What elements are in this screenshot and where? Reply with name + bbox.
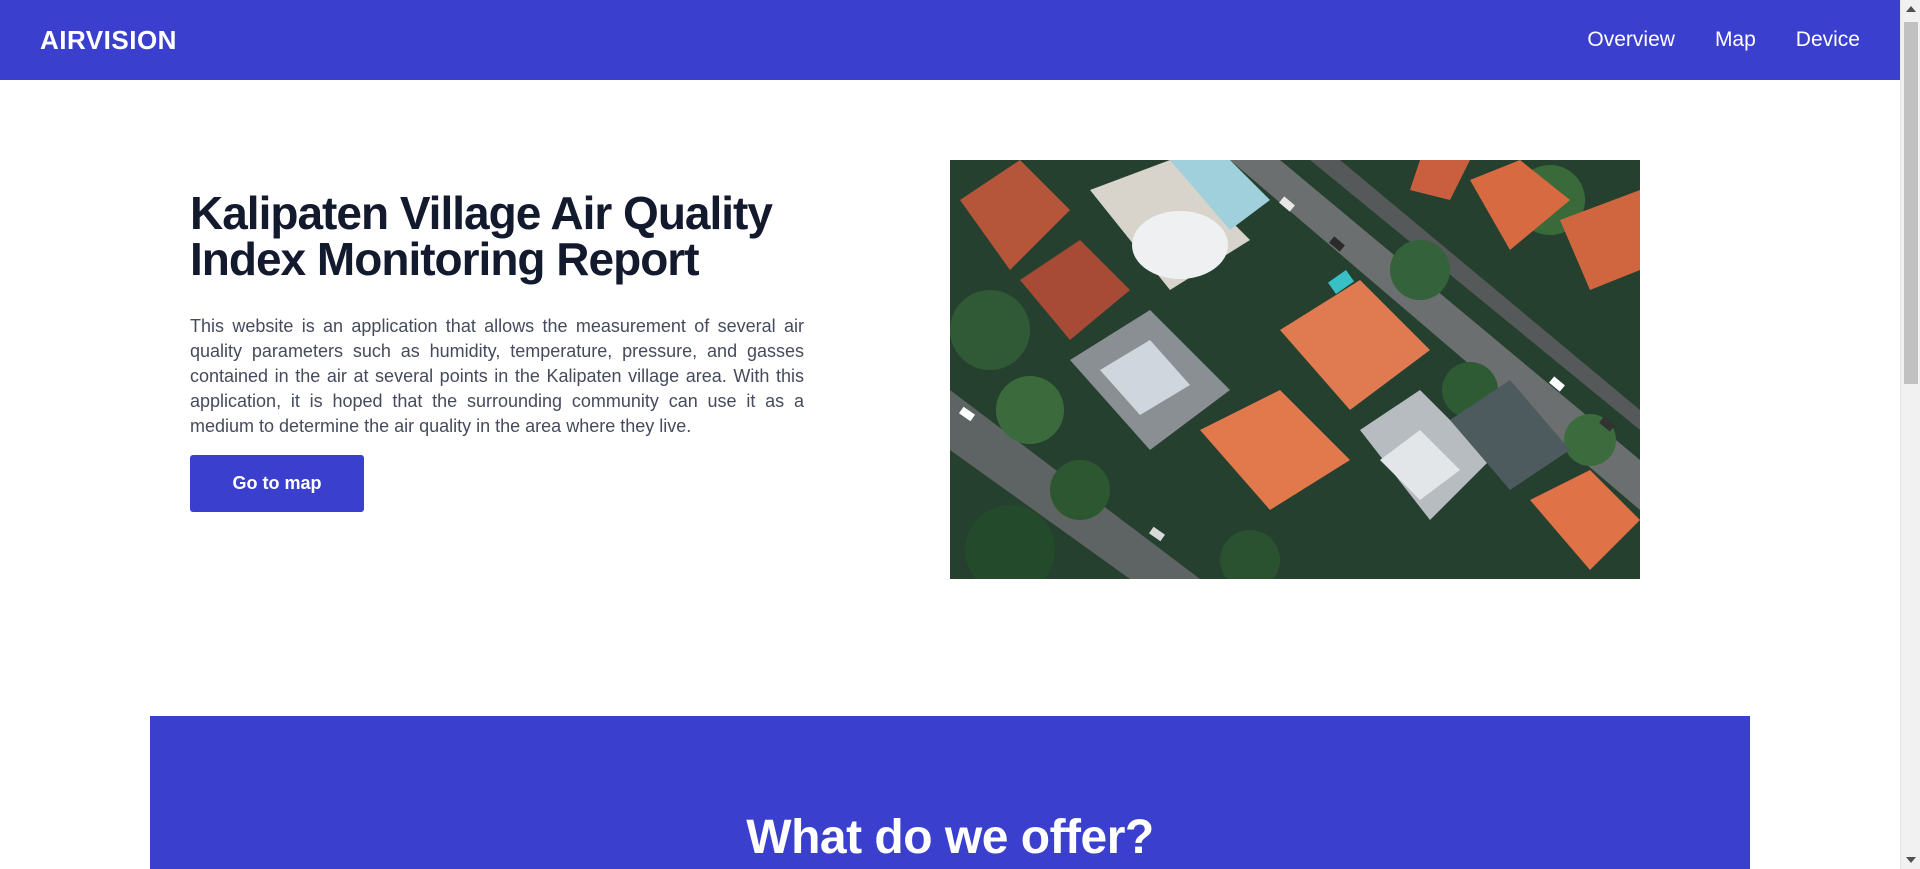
page-title-line-2: Index Monitoring Report <box>190 233 700 285</box>
offer-section: What do we offer? <box>150 716 1750 869</box>
scrollbar-thumb[interactable] <box>1904 22 1918 384</box>
go-to-map-button[interactable]: Go to map <box>190 455 364 512</box>
page-title-line-1: Kalipaten Village Air Quality <box>190 187 773 239</box>
hero-description: This website is an application that allo… <box>190 316 804 436</box>
hero-section: Kalipaten Village Air Quality Index Moni… <box>190 190 804 512</box>
brand-logo[interactable]: AIRVISION <box>40 25 177 56</box>
nav-links: Overview Map Device <box>1587 28 1860 52</box>
navbar: AIRVISION Overview Map Device <box>0 0 1900 80</box>
scroll-up-arrow-icon[interactable] <box>1906 6 1916 12</box>
scroll-down-arrow-icon[interactable] <box>1906 857 1916 863</box>
nav-link-device[interactable]: Device <box>1796 28 1860 52</box>
aerial-city-illustration <box>950 160 1640 579</box>
aerial-city-image <box>950 160 1640 579</box>
page-title: Kalipaten Village Air Quality Index Moni… <box>190 190 804 282</box>
offer-title: What do we offer? <box>746 811 1154 864</box>
page-scrollbar[interactable] <box>1900 0 1920 869</box>
nav-link-map[interactable]: Map <box>1715 28 1756 52</box>
nav-link-overview[interactable]: Overview <box>1587 28 1675 52</box>
